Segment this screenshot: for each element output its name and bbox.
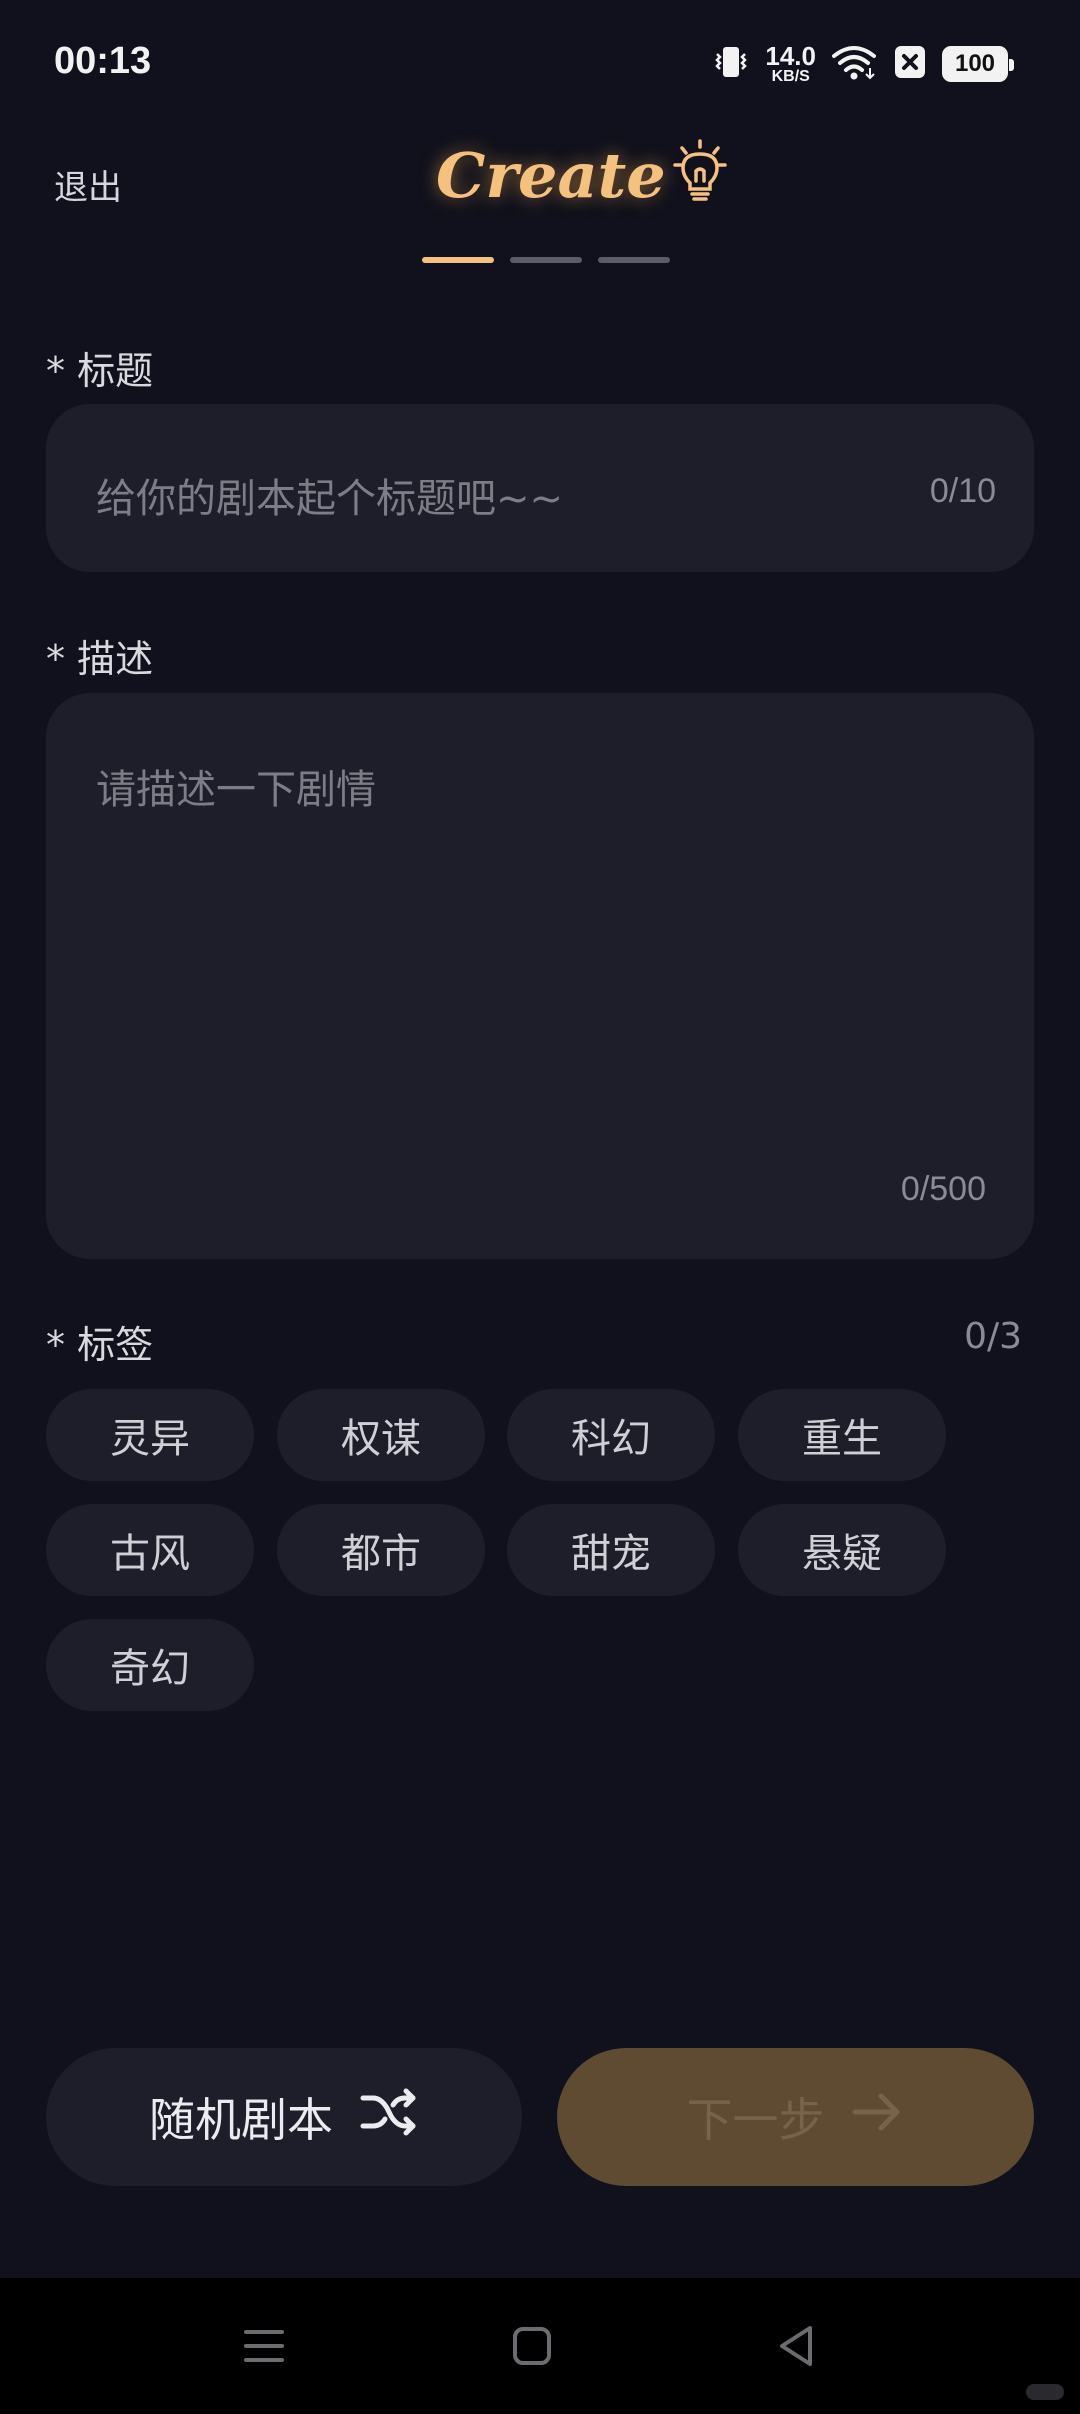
title-counter: 0/10	[929, 472, 996, 510]
vibrate-icon	[711, 42, 751, 86]
status-icons: 14.0 KB/S 100	[711, 40, 1014, 88]
status-time: 00:13	[54, 40, 152, 82]
title-placeholder: 给你的剧本起个标题吧~~	[96, 476, 564, 522]
description-placeholder: 请描述一下剧情	[96, 767, 376, 813]
description-textarea[interactable]: 请描述一下剧情 0/500	[46, 693, 1034, 1259]
tag-chip[interactable]: 都市	[277, 1504, 485, 1596]
random-script-button[interactable]: 随机剧本	[46, 2048, 522, 2186]
menu-icon[interactable]	[236, 2318, 292, 2374]
wifi-icon	[830, 42, 878, 86]
home-icon[interactable]	[504, 2318, 560, 2374]
shuffle-icon	[359, 2086, 419, 2149]
logo-text: Create	[436, 138, 666, 212]
tag-chip[interactable]: 奇幻	[46, 1619, 254, 1711]
network-speed: 14.0 KB/S	[765, 43, 816, 85]
tags-label: * 标签	[46, 1323, 154, 1367]
tag-chip[interactable]: 古风	[46, 1504, 254, 1596]
random-script-label: 随机剧本	[149, 2093, 333, 2147]
tag-chip[interactable]: 灵异	[46, 1389, 254, 1481]
title-label: * 标题	[46, 349, 154, 393]
tag-chip[interactable]: 重生	[738, 1389, 946, 1481]
sim-off-icon	[892, 42, 928, 86]
tags-counter: 0/3	[964, 1316, 1022, 1357]
watermark-mark	[1026, 2384, 1064, 2400]
create-logo: Create	[436, 130, 730, 220]
battery-indicator: 100	[942, 46, 1014, 82]
step-3-indicator	[598, 257, 670, 263]
tag-chip[interactable]: 权谋	[277, 1389, 485, 1481]
next-step-button[interactable]: 下一步	[557, 2048, 1034, 2186]
tag-chip[interactable]: 科幻	[507, 1389, 715, 1481]
status-bar: 00:13 14.0 KB/S 100	[0, 0, 1080, 126]
lightbulb-icon	[670, 137, 730, 213]
arrow-right-icon	[849, 2088, 905, 2147]
title-input[interactable]: 给你的剧本起个标题吧~~ 0/10	[46, 404, 1034, 572]
back-icon[interactable]	[768, 2318, 824, 2374]
system-navigation-bar	[0, 2278, 1080, 2414]
tag-chip[interactable]: 甜宠	[507, 1504, 715, 1596]
network-speed-unit: KB/S	[771, 68, 810, 85]
next-step-label: 下一步	[686, 2093, 825, 2147]
exit-button[interactable]: 退出	[54, 160, 122, 209]
network-speed-value: 14.0	[765, 41, 816, 71]
description-counter: 0/500	[900, 1170, 986, 1208]
step-2-indicator	[510, 257, 582, 263]
step-indicator	[422, 257, 670, 263]
step-1-indicator	[422, 257, 494, 263]
description-label: * 描述	[46, 637, 154, 681]
tag-chip[interactable]: 悬疑	[738, 1504, 946, 1596]
